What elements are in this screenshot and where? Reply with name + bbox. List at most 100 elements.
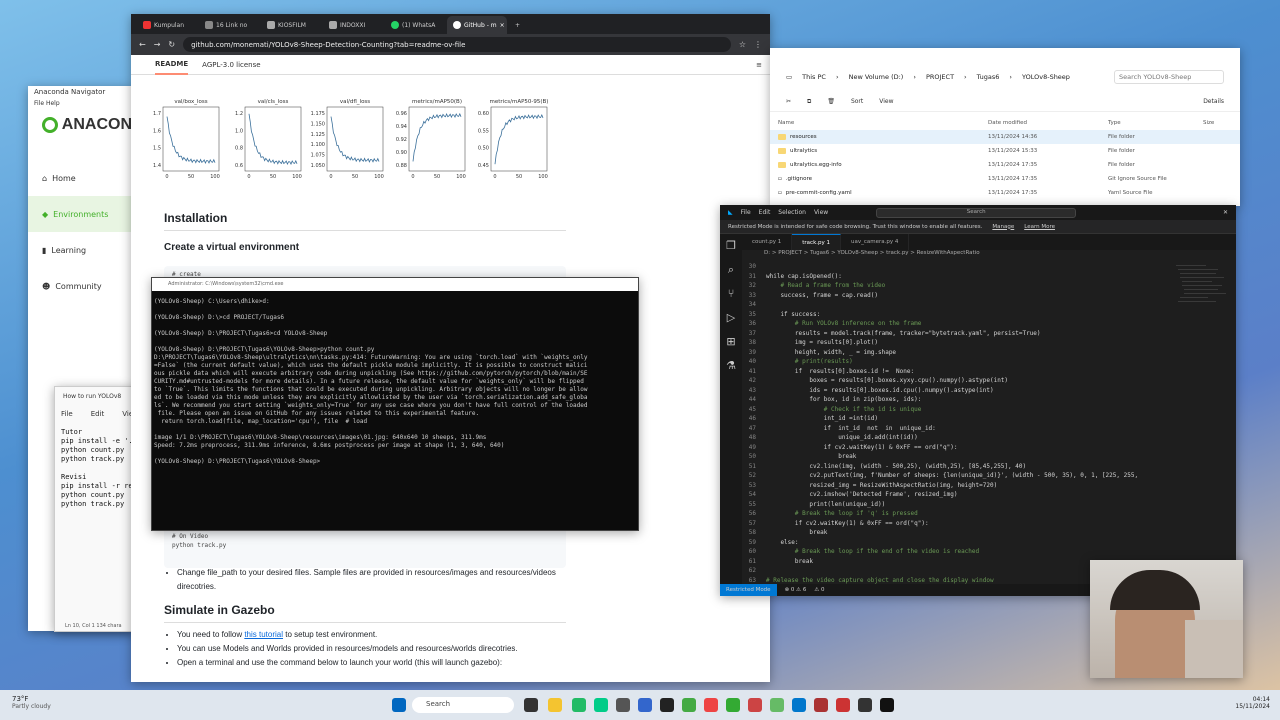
file-row[interactable]: ▫ pre-commit-config.yaml 13/11/2024 17:35 Y… — [770, 186, 1240, 200]
copy-icon[interactable]: ⧉ — [807, 98, 811, 106]
reload-icon[interactable]: ↻ — [168, 40, 175, 49]
star-icon[interactable]: ☆ — [739, 40, 746, 49]
file-row[interactable]: ultralytics 13/11/2024 15:33 File folder — [770, 144, 1240, 158]
clock[interactable]: 04:14 15/11/2024 — [1235, 696, 1270, 710]
nav-community[interactable]: ☻ Community — [28, 268, 132, 304]
menu-edit[interactable]: Edit — [759, 209, 771, 216]
forward-icon[interactable]: → — [154, 40, 161, 49]
tutorial-link[interactable]: this tutorial — [244, 630, 283, 639]
list-icon[interactable]: ≡ — [756, 61, 762, 69]
search-icon[interactable]: ⌕ — [720, 258, 742, 282]
file-row[interactable]: resources 13/11/2024 14:36 File folder — [770, 130, 1240, 144]
learn-more-link[interactable]: Learn More — [1024, 224, 1055, 230]
x-tick-label: 50 — [188, 174, 194, 180]
back-icon[interactable]: ← — [139, 40, 146, 49]
command-search-input[interactable]: Search — [876, 207, 1077, 218]
sort-button[interactable]: Sort — [851, 98, 863, 105]
file-explorer-icon[interactable] — [548, 698, 562, 712]
tab-readme[interactable]: README — [155, 55, 189, 75]
taskbar: 73°F Partly cloudy Search 04:14 15/11/2024 — [0, 690, 1280, 720]
tab-github[interactable]: GitHub - m × — [447, 16, 507, 34]
explorer-icon[interactable]: ❐ — [720, 234, 742, 258]
close-icon[interactable]: × — [500, 22, 505, 29]
y-tick-label: 0.88 — [396, 163, 407, 169]
testing-icon[interactable]: ⚗ — [720, 354, 742, 378]
window-title: How to run YOLOv8 — [63, 393, 122, 400]
code-line: 52 cv2.putText(img, f'Number of sheeps: … — [748, 472, 1139, 479]
text-area[interactable]: Tutor pip install -e '. python count.py … — [55, 422, 135, 515]
tab-links[interactable]: 16 Link no — [199, 16, 259, 34]
cube-icon: ◆ — [42, 209, 49, 219]
menu-file[interactable]: File — [741, 209, 751, 216]
vscode-icon[interactable] — [792, 698, 806, 712]
restricted-mode-status[interactable]: Restricted Mode — [720, 584, 777, 596]
minimap[interactable] — [1176, 263, 1228, 343]
breadcrumb[interactable]: D: > PROJECT > Tugas6 > YOLOv8-Sheep > t… — [742, 250, 1236, 260]
problems-status[interactable]: ⊗ 0 ⚠ 6 — [785, 587, 807, 593]
chrome-icon[interactable] — [704, 698, 718, 712]
view-button[interactable]: View — [879, 98, 893, 105]
close-icon[interactable]: ✕ — [1223, 209, 1228, 216]
file-row[interactable]: ▫ .gitignore 13/11/2024 17:35 Git Ignore So… — [770, 172, 1240, 186]
weather-widget[interactable]: 73°F Partly cloudy — [12, 695, 51, 710]
tab-indoxxi[interactable]: INDOXXI — [323, 16, 383, 34]
app-icon[interactable] — [858, 698, 872, 712]
app-icon[interactable] — [836, 698, 850, 712]
app-icon[interactable] — [638, 698, 652, 712]
app-icon[interactable] — [726, 698, 740, 712]
code-editor[interactable]: 30 31 while cap.isOpened(): 32 # Read a fra… — [742, 263, 1176, 584]
tab-track-py[interactable]: track.py 1 — [792, 234, 842, 250]
tab-count-py[interactable]: count.py 1 — [742, 234, 793, 250]
app-icon[interactable] — [682, 698, 696, 712]
taskbar-search-input[interactable]: Search — [412, 697, 514, 713]
menu-selection[interactable]: Selection — [778, 209, 806, 216]
menu-icon[interactable]: ⋮ — [754, 40, 762, 49]
explorer-search-input[interactable]: Search YOLOv8-Sheep — [1114, 70, 1224, 84]
tab-kiosfilm[interactable]: KIOSFILM — [261, 16, 321, 34]
code-line: 31 while cap.isOpened(): — [748, 272, 842, 280]
warnings-status[interactable]: ⚠ 0 — [814, 587, 824, 593]
tab-uav-camera-py[interactable]: uav_camera.py 4 — [841, 234, 910, 250]
y-tick-label: 0.8 — [235, 146, 243, 152]
app-icon[interactable] — [770, 698, 784, 712]
explorer-address-bar[interactable]: ▭ This PC › New Volume (D:) › PROJECT › Tugas6… — [770, 66, 1240, 88]
url-input[interactable]: github.com/monemati/YOLOv8-Sheep-Detecti… — [183, 37, 731, 52]
file-row[interactable]: ultralytics.egg-info 13/11/2024 17:35 File… — [770, 158, 1240, 172]
terminal-output[interactable]: (YOLOv8-Sheep) C:\Users\dhike>d: (YOLOv8… — [152, 291, 638, 473]
nav-home[interactable]: ⌂ Home — [28, 160, 132, 196]
manage-link[interactable]: Manage — [992, 224, 1014, 230]
new-tab-button[interactable]: + — [509, 16, 523, 34]
cmd-window[interactable]: Administrator: C:\Windows\system32\cmd.e… — [151, 277, 639, 531]
menu-bar[interactable]: File Help — [28, 100, 132, 110]
tab-whatsapp[interactable]: (1) WhatsA — [385, 16, 445, 34]
source-control-icon[interactable]: ⑂ — [720, 282, 742, 306]
run-debug-icon[interactable]: ▷ — [720, 306, 742, 330]
menu-edit[interactable]: Edit — [91, 410, 105, 418]
code-line: 50 break — [748, 453, 857, 460]
task-view-icon[interactable] — [524, 698, 538, 712]
details-button[interactable]: Details — [1203, 98, 1224, 105]
terminal-icon[interactable] — [660, 698, 674, 712]
edge-icon[interactable] — [594, 698, 608, 712]
nav-learning[interactable]: ▮ Learning — [28, 232, 132, 268]
app-icon[interactable] — [814, 698, 828, 712]
delete-icon[interactable]: 🗑 — [827, 98, 835, 105]
start-icon[interactable] — [392, 698, 406, 712]
menu-view[interactable]: View — [814, 209, 828, 216]
notepad-window[interactable]: How to run YOLOv8 File Edit View Tutor p… — [54, 386, 136, 632]
tab-kumpulan[interactable]: Kumpulan — [137, 16, 197, 34]
menu-file[interactable]: File — [61, 410, 73, 418]
plot-series-line — [412, 112, 462, 162]
file-explorer-window[interactable]: ▭ This PC › New Volume (D:) › PROJECT › Tugas6… — [770, 48, 1240, 206]
app-icon[interactable] — [880, 698, 894, 712]
plot-series-line — [330, 116, 380, 163]
extensions-icon[interactable]: ⊞ — [720, 330, 742, 354]
nav-environments[interactable]: ◆ Environments — [28, 196, 132, 232]
cut-icon[interactable]: ✂ — [786, 98, 791, 105]
y-tick-label: 0.96 — [396, 111, 407, 117]
app-icon[interactable] — [616, 698, 630, 712]
app-icon[interactable] — [572, 698, 586, 712]
vscode-window[interactable]: ◣ File Edit Selection View Search ✕ Rest… — [720, 205, 1236, 596]
app-icon[interactable] — [748, 698, 762, 712]
tab-license[interactable]: AGPL-3.0 license — [202, 61, 260, 69]
